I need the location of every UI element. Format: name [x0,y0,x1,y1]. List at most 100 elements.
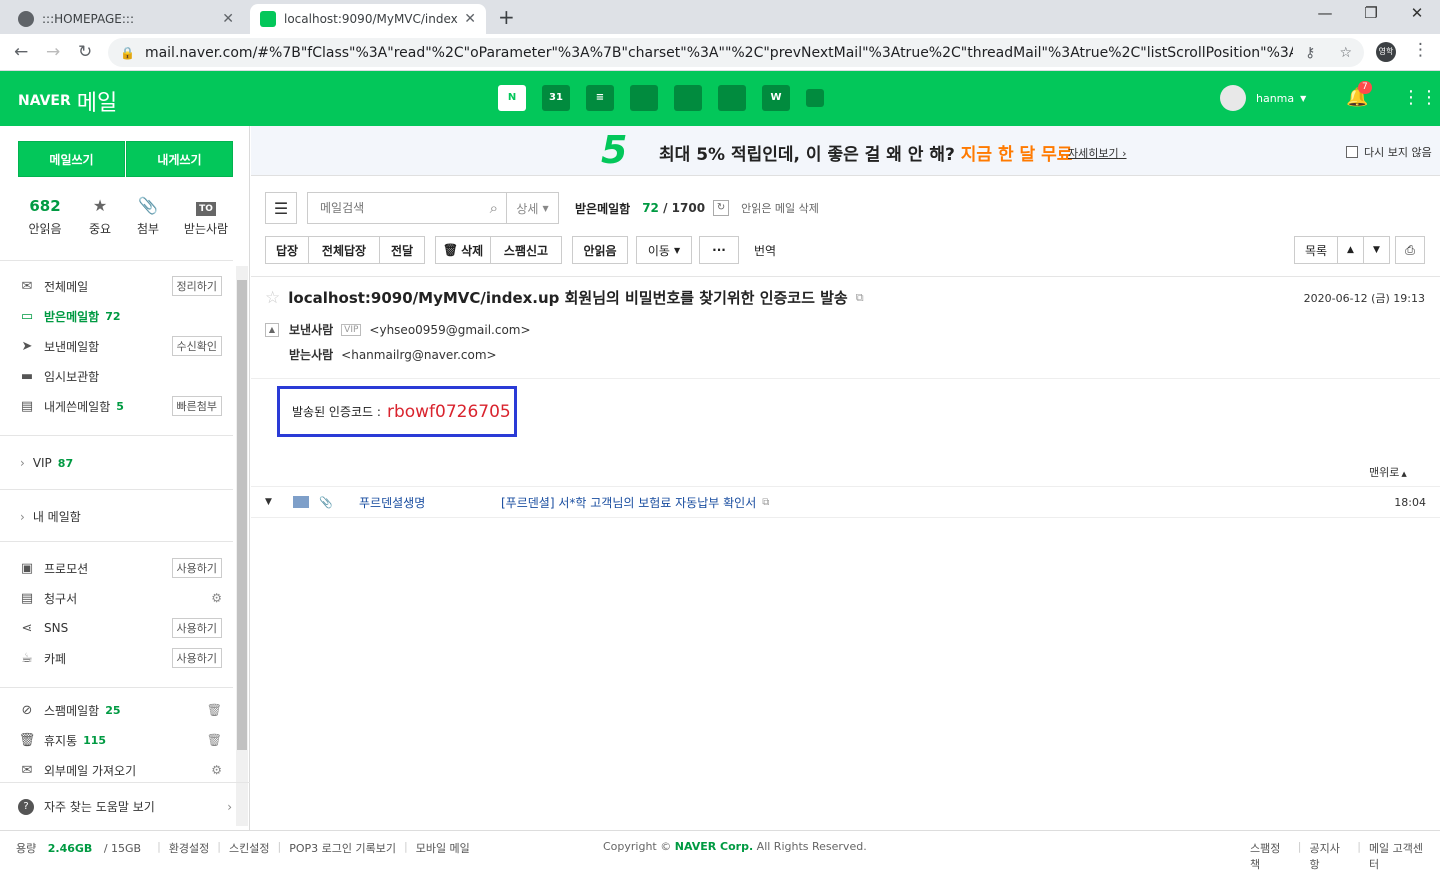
mark-unread-button[interactable]: 안읽음 [572,236,628,264]
browser-tab-mail[interactable]: localhost:9090/MyMVC/index.up ✕ [250,4,486,34]
copyright-company[interactable]: NAVER Corp. [675,840,753,853]
cleanup-button[interactable]: 정리하기 [171,276,222,296]
sidebar-item-my-mailbox[interactable]: › 내 메일함 [20,508,81,525]
sidebar-item-drafts[interactable]: ▬ 임시보관함 [18,365,222,387]
bookmark-star-icon[interactable]: ☆ [1339,45,1352,61]
sidebar-item-bills[interactable]: ▤ 청구서 ⚙ [18,587,222,609]
back-to-top-link[interactable]: 맨위로 ▲ [1369,464,1407,480]
refresh-icon[interactable]: ↻ [713,200,730,216]
help-link[interactable]: ? 자주 찾는 도움말 보기 › [0,782,250,830]
footer-link-skin[interactable]: 스킨설정 [229,840,269,856]
use-button[interactable]: 사용하기 [171,558,222,578]
url-field[interactable]: 🔒 mail.naver.com/#%7B"fClass"%3A"read"%2… [108,38,1364,67]
close-tab-icon[interactable]: ✕ [464,11,476,27]
popup-icon[interactable]: ⧉ [762,497,769,508]
read-receipt-button[interactable]: 수신확인 [171,336,222,356]
popup-icon[interactable]: ⧉ [856,291,864,305]
app-grid-icon[interactable]: ⋮⋮⋮ [1402,87,1440,108]
keep-app-icon[interactable] [718,85,746,111]
sidebar-item-self-mail[interactable]: ▤ 내게쓴메일함 5 빠른첨부 [18,395,222,417]
quick-attach-button[interactable]: 빠른첨부 [171,396,222,416]
reply-button[interactable]: 답장 [265,236,309,264]
new-tab-icon[interactable]: + [498,5,515,29]
stat-important[interactable]: ★ 중요 [76,196,124,237]
sidebar-item-vip[interactable]: › VIP 87 [20,456,73,470]
close-tab-icon[interactable]: ✕ [222,11,234,27]
translate-button[interactable]: 번역 [745,236,785,264]
sidebar-item-sent[interactable]: ➤ 보낸메일함 수신확인 [18,335,222,357]
sidebar-scrollbar[interactable] [236,266,248,826]
list-button[interactable]: 목록 [1294,236,1338,264]
report-spam-button[interactable]: 스팸신고 [490,236,562,264]
footer-link-pop3-log[interactable]: POP3 로그인 기록보기 [289,840,396,856]
checkbox[interactable] [1346,146,1358,158]
calendar-app-icon[interactable]: 31 [542,85,570,111]
browser-tab-homepage[interactable]: :::HOMEPAGE::: ✕ [8,4,244,34]
mail-app-icon[interactable]: N [498,85,526,111]
expand-icon[interactable]: ▼ [265,497,289,507]
footer-link-support[interactable]: 메일 고객센터 [1369,840,1432,872]
reload-icon[interactable]: ↻ [78,42,92,62]
mybox-cloud-icon[interactable] [674,85,702,111]
office-app-icon[interactable]: W [762,85,790,111]
list-sender[interactable]: 푸르덴셜생명 [359,494,501,511]
naver-mail-logo[interactable]: NAVER 메일 [18,85,117,117]
delete-button[interactable]: 🗑 삭제 [435,236,491,264]
use-button[interactable]: 사용하기 [171,618,222,638]
sidebar-item-spam[interactable]: ⊘ 스팸메일함 25 🗑 [18,699,222,721]
sidebar-item-promotion[interactable]: ▣ 프로모션 사용하기 [18,557,222,579]
list-item[interactable]: ▼ 📎 푸르덴셜생명 [푸르덴셜] 서*학 고객님의 보험료 자동납부 확인서 … [251,486,1440,518]
sidebar-item-all-mail[interactable]: ✉ 전체메일 정리하기 [18,275,222,297]
write-mail-button[interactable]: 메일쓰기 [18,141,125,177]
trash-icon[interactable]: 🗑 [207,733,222,747]
list-subject[interactable]: [푸르덴셜] 서*학 고객님의 보험료 자동납부 확인서 [501,494,756,511]
profile-avatar[interactable]: 영학 [1376,42,1396,62]
forward-icon[interactable]: → [46,42,60,62]
delete-unread-link[interactable]: 안읽은 메일 삭제 [741,200,819,216]
trash-icon[interactable]: 🗑 [207,703,222,717]
sidebar-item-inbox[interactable]: ▭ 받은메일함 72 [18,305,222,327]
vip-badge[interactable]: VIP [341,323,362,336]
footer-link-spam-policy[interactable]: 스팸정책 [1250,840,1290,872]
sidebar-item-trash[interactable]: 🗑 휴지통 115 🗑 [18,729,222,751]
more-apps-icon[interactable] [806,89,824,107]
detail-search-button[interactable]: 상세 ▼ [507,192,559,224]
next-mail-icon[interactable]: ▼ [1363,236,1390,264]
contacts-app-icon[interactable] [630,85,658,111]
back-icon[interactable]: ← [14,42,28,62]
minimize-icon[interactable]: — [1302,4,1348,22]
maximize-icon[interactable]: ❐ [1348,4,1394,22]
footer-link-mobile[interactable]: 모바일 메일 [416,840,470,856]
star-icon[interactable]: ☆ [265,288,280,308]
key-icon[interactable]: ⚷ [1305,45,1315,61]
gear-icon[interactable]: ⚙ [211,763,222,777]
browser-menu-icon[interactable]: ⋮ [1412,40,1429,60]
stat-unread[interactable]: 682 안읽음 [14,196,76,237]
gear-icon[interactable]: ⚙ [211,591,222,605]
stat-recipient[interactable]: TO 받는사람 [172,196,240,237]
footer-link-notice[interactable]: 공지사항 [1309,840,1349,872]
reply-all-button[interactable]: 전체답장 [308,236,380,264]
sidebar-item-cafe[interactable]: ☕ 카페 사용하기 [18,647,222,669]
previous-mail-icon[interactable]: ▲ [1337,236,1364,264]
write-to-self-button[interactable]: 내게쓰기 [126,141,233,177]
stat-attachment[interactable]: 📎 첨부 [124,196,172,237]
collapse-header-icon[interactable]: ▲ [265,322,279,337]
close-window-icon[interactable]: ✕ [1394,4,1440,22]
dont-show-checkbox[interactable]: 다시 보지 않음 [1346,144,1432,160]
sender-address[interactable]: <yhseo0959@gmail.com> [369,323,530,337]
use-button[interactable]: 사용하기 [171,648,222,668]
move-button[interactable]: 이동 ▼ [636,236,692,264]
more-button[interactable]: ··· [699,236,739,264]
forward-button[interactable]: 전달 [379,236,425,264]
memo-app-icon[interactable]: ≡ [586,85,614,111]
recipient-address[interactable]: <hanmailrg@naver.com> [341,348,496,362]
sidebar-item-external-mail[interactable]: ✉ 외부메일 가져오기 ⚙ [18,759,222,781]
print-icon[interactable]: ⎙ [1395,236,1425,264]
user-menu[interactable]: hanma ▼ [1220,85,1306,111]
footer-link-settings[interactable]: 환경설정 [169,840,209,856]
notification-bell-icon[interactable]: 🔔 7 [1346,81,1372,108]
search-icon[interactable]: ⌕ [490,199,498,217]
hamburger-menu-icon[interactable]: ☰ [265,192,297,224]
sidebar-item-sns[interactable]: ⋖ SNS 사용하기 [18,617,222,639]
